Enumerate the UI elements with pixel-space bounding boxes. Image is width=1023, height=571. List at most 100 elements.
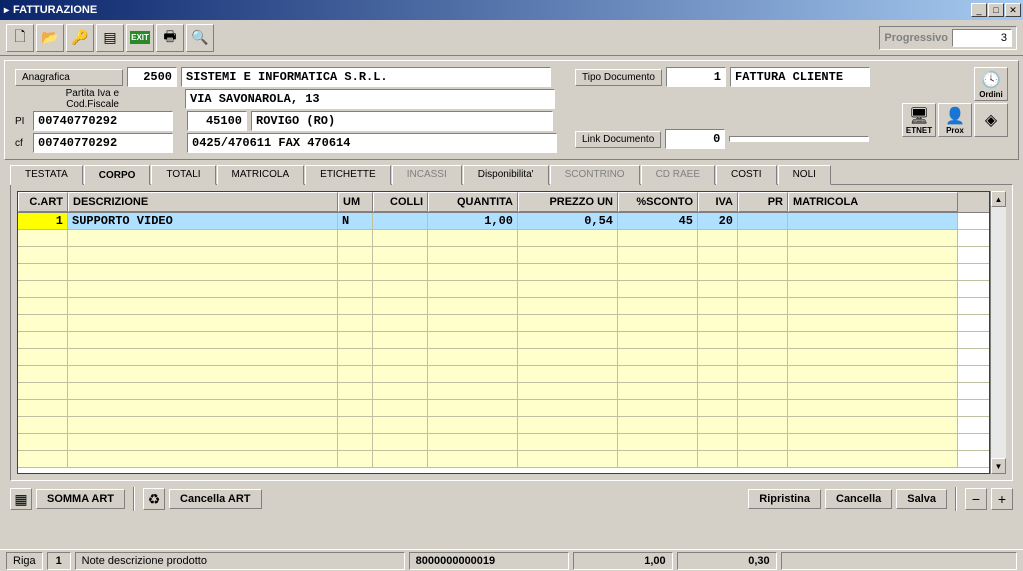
phone-field[interactable]: 0425/470611 FAX 470614 [187, 133, 557, 153]
pi-field[interactable]: 00740770292 [33, 111, 173, 131]
table-row[interactable] [18, 230, 989, 247]
col-iva[interactable]: IVA [698, 192, 738, 212]
table-row[interactable] [18, 315, 989, 332]
table-row[interactable] [18, 264, 989, 281]
cf-field[interactable]: 00740770292 [33, 133, 173, 153]
scroll-track[interactable] [991, 207, 1006, 458]
cell-iva[interactable]: 20 [698, 213, 738, 229]
config-button[interactable]: ◈ [974, 103, 1008, 137]
riga-value: 1 [47, 552, 71, 570]
minimize-button[interactable]: _ [971, 3, 987, 17]
ordini-button[interactable]: 🕓Ordini [974, 67, 1008, 101]
cancella-art-button[interactable]: Cancella ART [169, 489, 262, 509]
status-val1: 1,00 [573, 552, 673, 570]
table-row[interactable] [18, 281, 989, 298]
table-row[interactable]: 1SUPPORTO VIDEON 1,000,544520 [18, 213, 989, 230]
key-icon[interactable]: 🔑 [66, 24, 94, 52]
partita-label: Partita Iva e Cod.Fiscale [15, 88, 123, 110]
note-field[interactable]: Note descrizione prodotto [75, 552, 405, 570]
window-controls: _ □ ✕ [971, 3, 1021, 17]
col-matricola[interactable]: MATRICOLA [788, 192, 958, 212]
tipo-doc-code[interactable]: 1 [666, 67, 726, 87]
close-button[interactable]: ✕ [1005, 3, 1021, 17]
preview-icon[interactable]: 🔍 [186, 24, 214, 52]
tab-matricola[interactable]: MATRICOLA [217, 165, 305, 185]
col-pr[interactable]: PR [738, 192, 788, 212]
calc-icon[interactable]: ▦ [10, 488, 32, 510]
col-descrizione[interactable]: DESCRIZIONE [68, 192, 338, 212]
list-icon[interactable]: ▤ [96, 24, 124, 52]
tab-totali[interactable]: TOTALI [151, 165, 215, 185]
scroll-down-icon[interactable]: ▼ [991, 458, 1006, 474]
etnet-button[interactable]: 🖥ETNET [902, 103, 936, 137]
city-field[interactable]: ROVIGO (RO) [251, 111, 553, 131]
tab-corpo[interactable]: CORPO [84, 165, 151, 185]
anagrafica-code[interactable]: 2500 [127, 67, 177, 87]
cell-cart[interactable]: 1 [18, 213, 68, 229]
table-row[interactable] [18, 332, 989, 349]
table-row[interactable] [18, 400, 989, 417]
grid-panel: C.ART DESCRIZIONE UM COLLI QUANTITA PREZ… [10, 184, 1013, 481]
maximize-button[interactable]: □ [988, 3, 1004, 17]
refresh-icon[interactable]: ♻ [143, 488, 165, 510]
tab-noli[interactable]: NOLI [778, 165, 831, 185]
col-prezzo[interactable]: PREZZO UN [518, 192, 618, 212]
cell-prezzo[interactable]: 0,54 [518, 213, 618, 229]
vertical-scrollbar[interactable]: ▲ ▼ [990, 191, 1006, 474]
cap-field[interactable]: 45100 [187, 111, 247, 131]
link-doc-button[interactable]: Link Documento [575, 131, 661, 148]
exit-icon[interactable]: EXIT [126, 24, 154, 52]
prox-button[interactable]: 👤Prox [938, 103, 972, 137]
tab-costi[interactable]: COSTI [716, 165, 777, 185]
table-row[interactable] [18, 247, 989, 264]
grid-body[interactable]: 1SUPPORTO VIDEON 1,000,544520 [18, 213, 989, 473]
link-doc-value[interactable]: 0 [665, 129, 725, 149]
scroll-up-icon[interactable]: ▲ [991, 191, 1006, 207]
cell-quantita[interactable]: 1,00 [428, 213, 518, 229]
print-icon[interactable]: 🖶 [156, 24, 184, 52]
new-icon[interactable]: 🗋 [6, 24, 34, 52]
table-row[interactable] [18, 298, 989, 315]
anagrafica-button[interactable]: Anagrafica [15, 69, 123, 86]
somma-art-button[interactable]: SOMMA ART [36, 489, 125, 509]
cell-sconto[interactable]: 45 [618, 213, 698, 229]
ripristina-button[interactable]: Ripristina [748, 489, 821, 509]
status-bar: Riga 1 Note descrizione prodotto 8000000… [0, 549, 1023, 571]
tab-scontrino: SCONTRINO [550, 165, 640, 185]
col-cart[interactable]: C.ART [18, 192, 68, 212]
tab-testata[interactable]: TESTATA [10, 165, 83, 185]
table-row[interactable] [18, 417, 989, 434]
progressivo-value: 3 [952, 29, 1012, 47]
table-row[interactable] [18, 349, 989, 366]
status-val2: 0,30 [677, 552, 777, 570]
progressivo-label: Progressivo [884, 32, 948, 44]
table-row[interactable] [18, 366, 989, 383]
col-quantita[interactable]: QUANTITA [428, 192, 518, 212]
link-doc-name[interactable] [729, 136, 869, 142]
barcode-field: 8000000000019 [409, 552, 569, 570]
cell-descrizione[interactable]: SUPPORTO VIDEO [68, 213, 338, 229]
tab-cdraee: CD RAEE [641, 165, 715, 185]
plus-button[interactable]: + [991, 488, 1013, 510]
address-field[interactable]: VIA SAVONAROLA, 13 [185, 89, 555, 109]
tab-etichette[interactable]: ETICHETTE [305, 165, 391, 185]
cell-matricola[interactable] [788, 213, 958, 229]
table-row[interactable] [18, 451, 989, 468]
tipo-doc-name[interactable]: FATTURA CLIENTE [730, 67, 870, 87]
cell-colli[interactable] [373, 213, 428, 229]
col-sconto[interactable]: %SCONTO [618, 192, 698, 212]
tab-disponibilita[interactable]: Disponibilita' [463, 165, 549, 185]
col-colli[interactable]: COLLI [373, 192, 428, 212]
table-row[interactable] [18, 383, 989, 400]
table-row[interactable] [18, 434, 989, 451]
cell-pr[interactable] [738, 213, 788, 229]
col-um[interactable]: UM [338, 192, 373, 212]
open-icon[interactable]: 📂 [36, 24, 64, 52]
cell-um[interactable]: N [338, 213, 373, 229]
grid-header: C.ART DESCRIZIONE UM COLLI QUANTITA PREZ… [18, 192, 989, 213]
cancella-button[interactable]: Cancella [825, 489, 892, 509]
salva-button[interactable]: Salva [896, 489, 947, 509]
minus-button[interactable]: − [965, 488, 987, 510]
tipo-doc-button[interactable]: Tipo Documento [575, 69, 662, 86]
company-name[interactable]: SISTEMI E INFORMATICA S.R.L. [181, 67, 551, 87]
